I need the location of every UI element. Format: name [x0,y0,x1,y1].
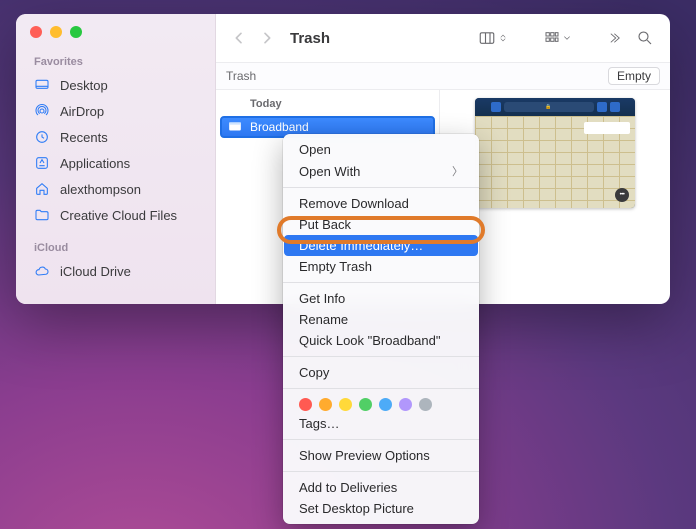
sidebar-item-label: AirDrop [60,104,104,119]
empty-trash-button[interactable]: Empty [608,67,660,85]
minimize-window-button[interactable] [50,26,62,38]
tag-color[interactable] [299,398,312,411]
menu-item-label: Remove Download [299,196,409,211]
sidebar-group-icloud: iCloud [16,238,215,258]
context-menu: Open Open With 〉 Remove Download Put Back Del… [283,134,479,524]
desktop-icon [34,77,50,93]
menu-item-label: Rename [299,312,348,327]
tag-color[interactable] [419,398,432,411]
menu-separator [283,388,479,389]
menu-item-delete-immediately[interactable]: Delete Immediately… [284,235,478,256]
sidebar-item-desktop[interactable]: Desktop [16,72,215,98]
tag-color[interactable] [399,398,412,411]
menu-item-remove-download[interactable]: Remove Download [283,193,479,214]
menu-item-label: Open [299,142,331,157]
toolbar: Trash [216,14,670,62]
menu-item-open-with[interactable]: Open With 〉 [283,160,479,182]
sidebar-group-favorites: Favorites [16,52,215,72]
menu-item-label: Get Info [299,291,345,306]
app-icon [34,155,50,171]
menu-item-label: Set Desktop Picture [299,501,414,516]
clock-icon [34,129,50,145]
tag-color-row [283,394,479,413]
sidebar-item-applications[interactable]: Applications [16,150,215,176]
back-button[interactable] [228,27,250,49]
sidebar-item-label: iCloud Drive [60,264,131,279]
webloc-icon [228,120,242,134]
zoom-window-button[interactable] [70,26,82,38]
preview-url-bar: 🔒 [504,102,594,112]
search-button[interactable] [632,27,658,49]
date-section: Today [216,94,439,114]
sidebar-item-creative-cloud-files[interactable]: Creative Cloud Files [16,202,215,228]
forward-button[interactable] [256,27,278,49]
path-bar: Trash Empty [216,62,670,90]
menu-item-open[interactable]: Open [283,139,479,160]
tag-color[interactable] [359,398,372,411]
chevron-right-icon: 〉 [452,163,463,179]
sidebar-item-icloud-drive[interactable]: iCloud Drive [16,258,215,284]
folder-icon [34,207,50,223]
window-controls [16,24,215,52]
close-window-button[interactable] [30,26,42,38]
menu-separator [283,187,479,188]
window-title: Trash [290,30,330,47]
chat-icon [615,188,629,202]
menu-separator [283,471,479,472]
sidebar-item-alexthompson[interactable]: alexthompson [16,176,215,202]
menu-item-label: Copy [299,365,329,380]
sidebar-item-recents[interactable]: Recents [16,124,215,150]
shield-icon [491,102,501,112]
menu-item-set-desktop-picture[interactable]: Set Desktop Picture [283,498,479,519]
tag-color[interactable] [339,398,352,411]
menu-item-label: Open With [299,164,360,179]
tag-color[interactable] [319,398,332,411]
map-preview [475,116,635,208]
menu-item-label: Quick Look "Broadband" [299,333,440,348]
preview-browser-chrome: 🔒 [475,98,635,116]
tabs-icon [610,102,620,112]
sidebar-item-label: alexthompson [60,182,141,197]
menu-item-get-info[interactable]: Get Info [283,288,479,309]
more-button[interactable] [602,27,626,49]
home-icon [34,181,50,197]
menu-item-put-back[interactable]: Put Back [283,214,479,235]
preview-thumbnail[interactable]: 🔒 [475,98,635,208]
menu-item-quick-look-broadband[interactable]: Quick Look "Broadband" [283,330,479,351]
path-label: Trash [226,69,256,83]
menu-item-copy[interactable]: Copy [283,362,479,383]
menu-item-label: Tags… [299,416,339,431]
sidebar-item-label: Desktop [60,78,108,93]
menu-item-label: Put Back [299,217,351,232]
menu-item-label: Delete Immediately… [299,238,423,253]
sidebar-item-label: Creative Cloud Files [60,208,177,223]
group-button[interactable] [538,27,576,49]
menu-item-label: Empty Trash [299,259,372,274]
menu-item-label: Add to Deliveries [299,480,397,495]
sidebar-item-label: Applications [60,156,130,171]
menu-separator [283,356,479,357]
share-icon [597,102,607,112]
menu-item-empty-trash[interactable]: Empty Trash [283,256,479,277]
menu-separator [283,439,479,440]
sidebar: Favorites Desktop AirDrop Recents Applicatio… [16,14,216,304]
menu-item-add-to-deliveries[interactable]: Add to Deliveries [283,477,479,498]
menu-item-label: Show Preview Options [299,448,430,463]
cloud-icon [34,263,50,279]
menu-separator [283,282,479,283]
file-name: Broadband [250,120,309,134]
menu-item-show-preview-options[interactable]: Show Preview Options [283,445,479,466]
sidebar-item-label: Recents [60,130,108,145]
column-view-button[interactable] [472,27,512,49]
menu-item-rename[interactable]: Rename [283,309,479,330]
menu-item-tags[interactable]: Tags… [283,413,479,434]
airdrop-icon [34,103,50,119]
tag-color[interactable] [379,398,392,411]
sidebar-item-airdrop[interactable]: AirDrop [16,98,215,124]
